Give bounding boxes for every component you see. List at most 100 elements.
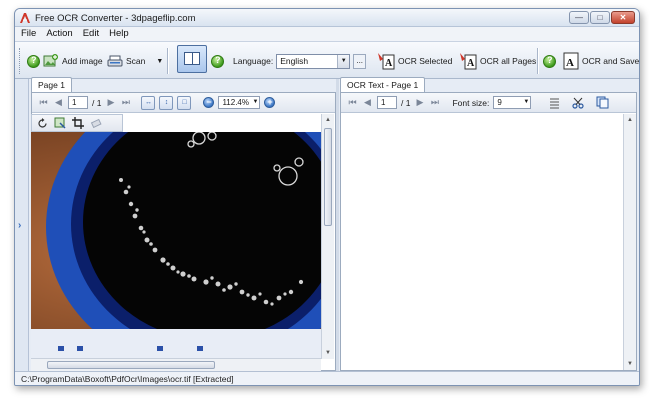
scan-button[interactable]: Scan [126,56,145,66]
split-layout-icon [184,52,200,65]
font-size-select[interactable]: 9 ▼ [493,96,532,109]
scroll-down-icon[interactable]: ▼ [322,347,334,359]
chevron-right-icon[interactable]: › [18,220,21,231]
language-select[interactable]: English ▼ [276,53,351,69]
page-number-input[interactable]: 1 [68,96,88,109]
rotate-icon[interactable] [37,117,48,129]
cut-icon[interactable] [572,97,584,109]
text-lines-icon[interactable] [549,97,560,109]
font-size-label: Font size: [452,97,490,108]
image-vertical-scrollbar[interactable]: ▲ ▼ [321,114,334,359]
ocr-vertical-scrollbar[interactable]: ▲ ▼ [623,114,636,370]
status-path: C:\ProgramData\Boxoft\PdfOcr\Images\ocr.… [21,374,234,384]
toolbar-grip[interactable] [19,48,22,74]
ocr-page-number-input[interactable]: 1 [377,96,397,109]
page-marks-image [58,346,203,351]
ocr-all-pages-group[interactable]: A OCR all Pages [459,48,536,74]
tab-ocr-text[interactable]: OCR Text - Page 1 [340,77,426,92]
first-page-icon[interactable]: ⏮ [347,97,358,108]
eraser-icon[interactable] [90,117,102,129]
minimize-button[interactable]: — [569,11,589,24]
ocr-and-save-icon: A [563,52,579,70]
scanner-icon [107,55,123,67]
select-area-icon[interactable] [54,117,66,129]
scroll-up-icon[interactable]: ▲ [322,114,334,126]
ocr-all-pages-icon: A [460,53,477,70]
ocr-all-pages-button[interactable]: OCR all Pages [480,56,536,66]
add-image-icon [43,54,58,67]
window-controls: — □ ✕ [569,11,635,24]
scroll-down-icon[interactable]: ▼ [624,358,636,370]
ocr-selected-icon: A [378,53,395,70]
ocr-and-save-button[interactable]: OCR and Save [582,56,639,66]
last-page-icon[interactable]: ⏭ [429,97,440,108]
page-total: / 1 [92,97,102,108]
chevron-down-icon: ▼ [337,54,350,68]
fit-height-icon[interactable]: ↕ [159,95,174,110]
panel-splitter[interactable] [336,79,339,371]
right-tab-row: OCR Text - Page 1 [340,77,426,92]
ocr-selected-button[interactable]: OCR Selected [398,56,452,66]
prev-page-icon[interactable]: ◀ [53,97,64,108]
language-group: Language: English ▼ ... [211,48,367,74]
menu-file[interactable]: File [21,27,36,41]
image-horizontal-scrollbar[interactable] [31,358,321,371]
zoom-in-icon[interactable]: + [264,97,276,108]
scroll-up-icon[interactable]: ▲ [624,114,636,126]
next-page-icon[interactable]: ▶ [414,97,425,108]
app-window: Free OCR Converter - 3dpageflip.com — □ … [14,8,640,386]
left-tab-row: Page 1 [31,77,72,92]
copy-icon[interactable] [596,96,609,109]
chevron-down-icon: ▼ [252,99,259,105]
add-image-group: Add image [27,48,103,74]
prev-page-icon[interactable]: ◀ [362,97,373,108]
zoom-value: 112.4% [222,98,249,107]
zoom-select[interactable]: 112.4% ▼ [218,96,261,109]
language-value: English [280,55,309,66]
scroll-thumb[interactable] [324,128,332,226]
language-more-button[interactable]: ... [353,53,367,69]
menu-bar: File Action Edit Help [15,27,639,41]
help-icon[interactable] [27,54,40,68]
ocr-text-area[interactable] [341,114,623,370]
first-page-icon[interactable]: ⏮ [38,97,49,108]
toolbar-separator [537,48,538,74]
side-collapse-strip[interactable]: › [15,79,29,371]
app-logo-icon [20,13,30,23]
window-title: Free OCR Converter - 3dpageflip.com [35,13,196,24]
next-page-icon[interactable]: ▶ [105,97,116,108]
fit-width-icon[interactable]: ↔ [141,95,156,110]
maximize-button[interactable]: □ [590,11,610,24]
scan-group: Scan ▼ [107,48,163,74]
status-bar: C:\ProgramData\Boxoft\PdfOcr\Images\ocr.… [15,371,639,385]
language-label: Language: [233,56,274,66]
main-toolbar: Add image Scan ▼ Language: English ▼ ... [15,41,639,79]
close-button[interactable]: ✕ [611,11,635,24]
title-bar: Free OCR Converter - 3dpageflip.com — □ … [15,9,639,27]
add-image-button[interactable]: Add image [62,56,103,66]
crop-icon[interactable] [72,117,84,129]
scroll-thumb[interactable] [47,361,215,369]
fit-page-icon[interactable]: □ [177,95,192,110]
last-page-icon[interactable]: ⏭ [120,97,131,108]
menu-edit[interactable]: Edit [83,27,99,41]
chevron-down-icon: ▼ [523,99,530,105]
ocr-and-save-group[interactable]: A OCR and Save [543,48,639,74]
menu-help[interactable]: Help [109,27,129,41]
ocr-page-total: / 1 [401,97,411,108]
image-tools-bar [31,114,123,132]
page-image-margin [31,329,321,359]
ocr-nav-bar: ⏮ ◀ 1 / 1 ▶ ⏭ Font size: 9 ▼ [341,93,636,113]
font-size-value: 9 [497,98,502,107]
menu-action[interactable]: Action [46,27,72,41]
zoom-out-icon[interactable]: − [203,97,215,108]
layout-toggle-button[interactable] [177,45,207,73]
svg-text:A: A [566,57,574,69]
ocr-selected-group[interactable]: A OCR Selected [377,48,452,74]
tab-page-1[interactable]: Page 1 [31,77,72,92]
language-help-icon[interactable] [211,54,224,68]
page-image[interactable] [31,132,321,329]
ocr-save-help-icon[interactable] [543,54,556,68]
scan-dropdown-icon[interactable]: ▼ [156,58,163,65]
svg-text:A: A [467,58,475,69]
